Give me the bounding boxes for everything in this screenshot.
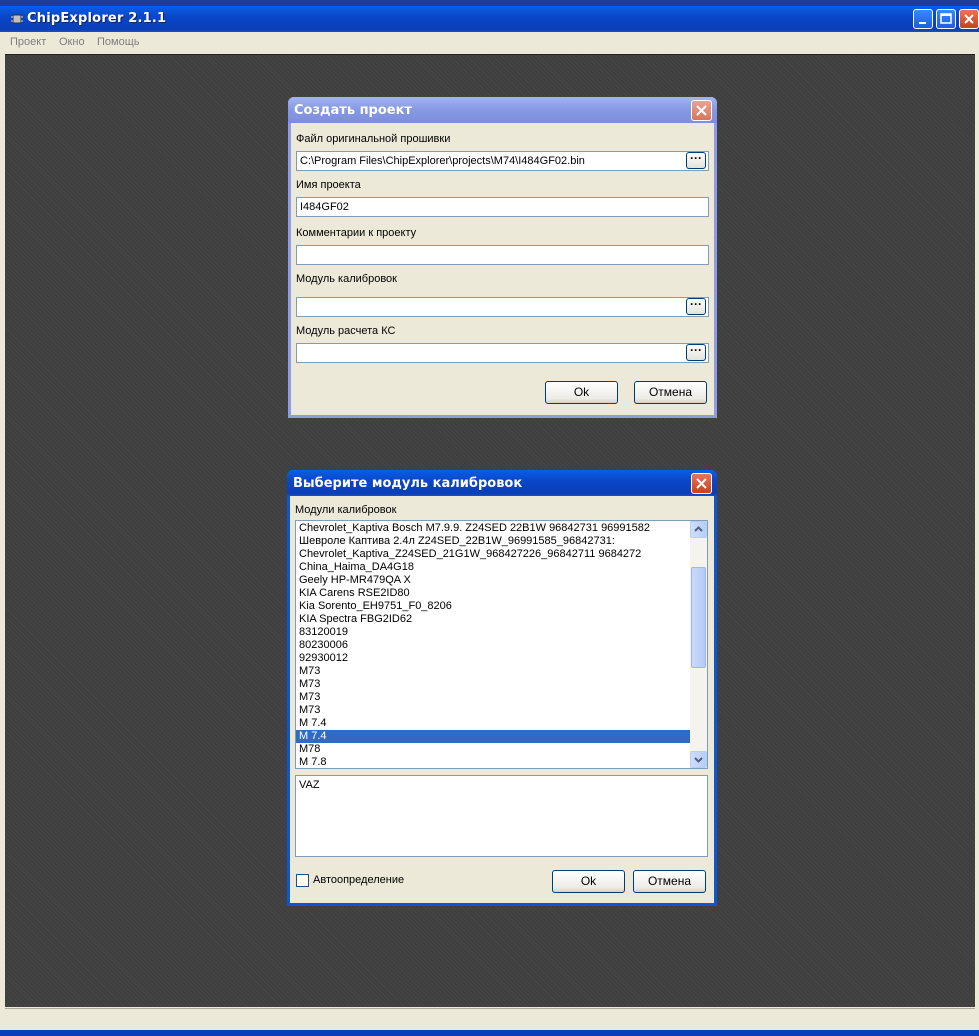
scroll-thumb[interactable] [691,567,706,668]
list-item[interactable]: KIA Spectra FBG2ID62 [296,613,707,626]
calibration-module-label: Модуль калибровок [296,273,397,285]
maximize-button[interactable] [936,9,956,29]
menu-bar: Проект Окно Помощь [0,32,979,54]
list-item[interactable]: M78 [296,743,707,756]
modules-list-label: Модули калибровок [295,504,397,516]
cancel-button[interactable]: Отмена [633,870,706,893]
checksum-module-field[interactable] [296,343,709,363]
list-item[interactable]: China_Haima_DA4G18 [296,561,707,574]
module-description[interactable]: VAZ [295,775,708,857]
chevron-up-icon [694,526,703,532]
comments-label: Комментарии к проекту [296,227,417,239]
list-item[interactable]: Geely HP-MR479QA X [296,574,707,587]
minimize-button[interactable] [913,9,933,29]
select-module-dialog: Выберите модуль калибровок Модули калибр… [287,470,717,906]
calibration-module-field[interactable] [296,297,709,317]
bottom-frame [0,1030,979,1036]
maximize-icon [940,13,952,24]
calibration-browse-button[interactable]: ··· [686,298,706,315]
firmware-file-label: Файл оригинальной прошивки [296,133,451,145]
menu-window[interactable]: Окно [59,36,85,48]
ok-button[interactable]: Ok [545,381,618,404]
scroll-down-button[interactable] [690,751,707,768]
modules-list: Chevrolet_Kaptiva Bosch M7.9.9. Z24SED 2… [296,521,707,768]
firmware-browse-button[interactable]: ··· [686,152,706,169]
list-item[interactable]: Chevrolet_Kaptiva_Z24SED_21G1W_968427226… [296,548,707,561]
list-item[interactable]: Chevrolet_Kaptiva Bosch M7.9.9. Z24SED 2… [296,522,707,535]
window-title: ChipExplorer 2.1.1 [27,11,167,26]
list-item[interactable]: 83120019 [296,626,707,639]
list-item[interactable]: M 7.4 [296,730,707,743]
modules-scrollbar[interactable] [690,521,707,768]
list-item[interactable]: M73 [296,665,707,678]
create-project-close-button[interactable] [691,100,712,121]
comments-field[interactable] [296,245,709,265]
project-name-field[interactable]: I484GF02 [296,197,709,217]
firmware-file-field[interactable]: C:\Program Files\ChipExplorer\projects\M… [296,151,709,171]
scroll-up-button[interactable] [690,521,707,538]
cancel-button[interactable]: Отмена [634,381,707,404]
select-module-title-bar[interactable]: Выберите модуль калибровок [287,470,717,496]
list-item[interactable]: M73 [296,704,707,717]
close-button[interactable] [959,9,979,29]
list-item[interactable]: 92930012 [296,652,707,665]
list-item[interactable]: M73 [296,678,707,691]
list-item[interactable]: Шевроле Каптива 2.4л Z24SED_22B1W_969915… [296,535,707,548]
list-item[interactable]: M 7.8 [296,756,707,768]
create-project-dialog: Создать проект Файл оригинальной прошивк… [288,97,717,418]
modules-listbox[interactable]: Chevrolet_Kaptiva Bosch M7.9.9. Z24SED 2… [295,520,708,769]
dialog-title: Выберите модуль калибровок [293,476,523,491]
status-bar [5,1008,975,1029]
close-icon [964,14,974,24]
list-item[interactable]: 80230006 [296,639,707,652]
project-name-label: Имя проекта [296,179,361,191]
menu-help[interactable]: Помощь [97,36,140,48]
close-icon [696,105,707,116]
close-icon [696,478,707,489]
list-item[interactable]: M 7.4 [296,717,707,730]
ok-button[interactable]: Ok [552,870,625,893]
auto-detect-checkbox[interactable] [296,874,309,887]
list-item[interactable]: Kia Sorento_EH9751_F0_8206 [296,600,707,613]
select-module-close-button[interactable] [691,473,712,494]
checksum-browse-button[interactable]: ··· [686,344,706,361]
main-title-bar[interactable]: ChipExplorer 2.1.1 [0,6,979,32]
chevron-down-icon [694,757,703,763]
checksum-module-label: Модуль расчета КС [296,325,396,337]
menu-project[interactable]: Проект [10,36,46,48]
list-item[interactable]: KIA Carens RSE2ID80 [296,587,707,600]
minimize-icon [919,22,926,24]
list-item[interactable]: M73 [296,691,707,704]
chip-app-icon [11,14,23,24]
create-project-title-bar[interactable]: Создать проект [288,97,717,123]
dialog-title: Создать проект [294,103,412,118]
auto-detect-label[interactable]: Автоопределение [313,874,404,886]
